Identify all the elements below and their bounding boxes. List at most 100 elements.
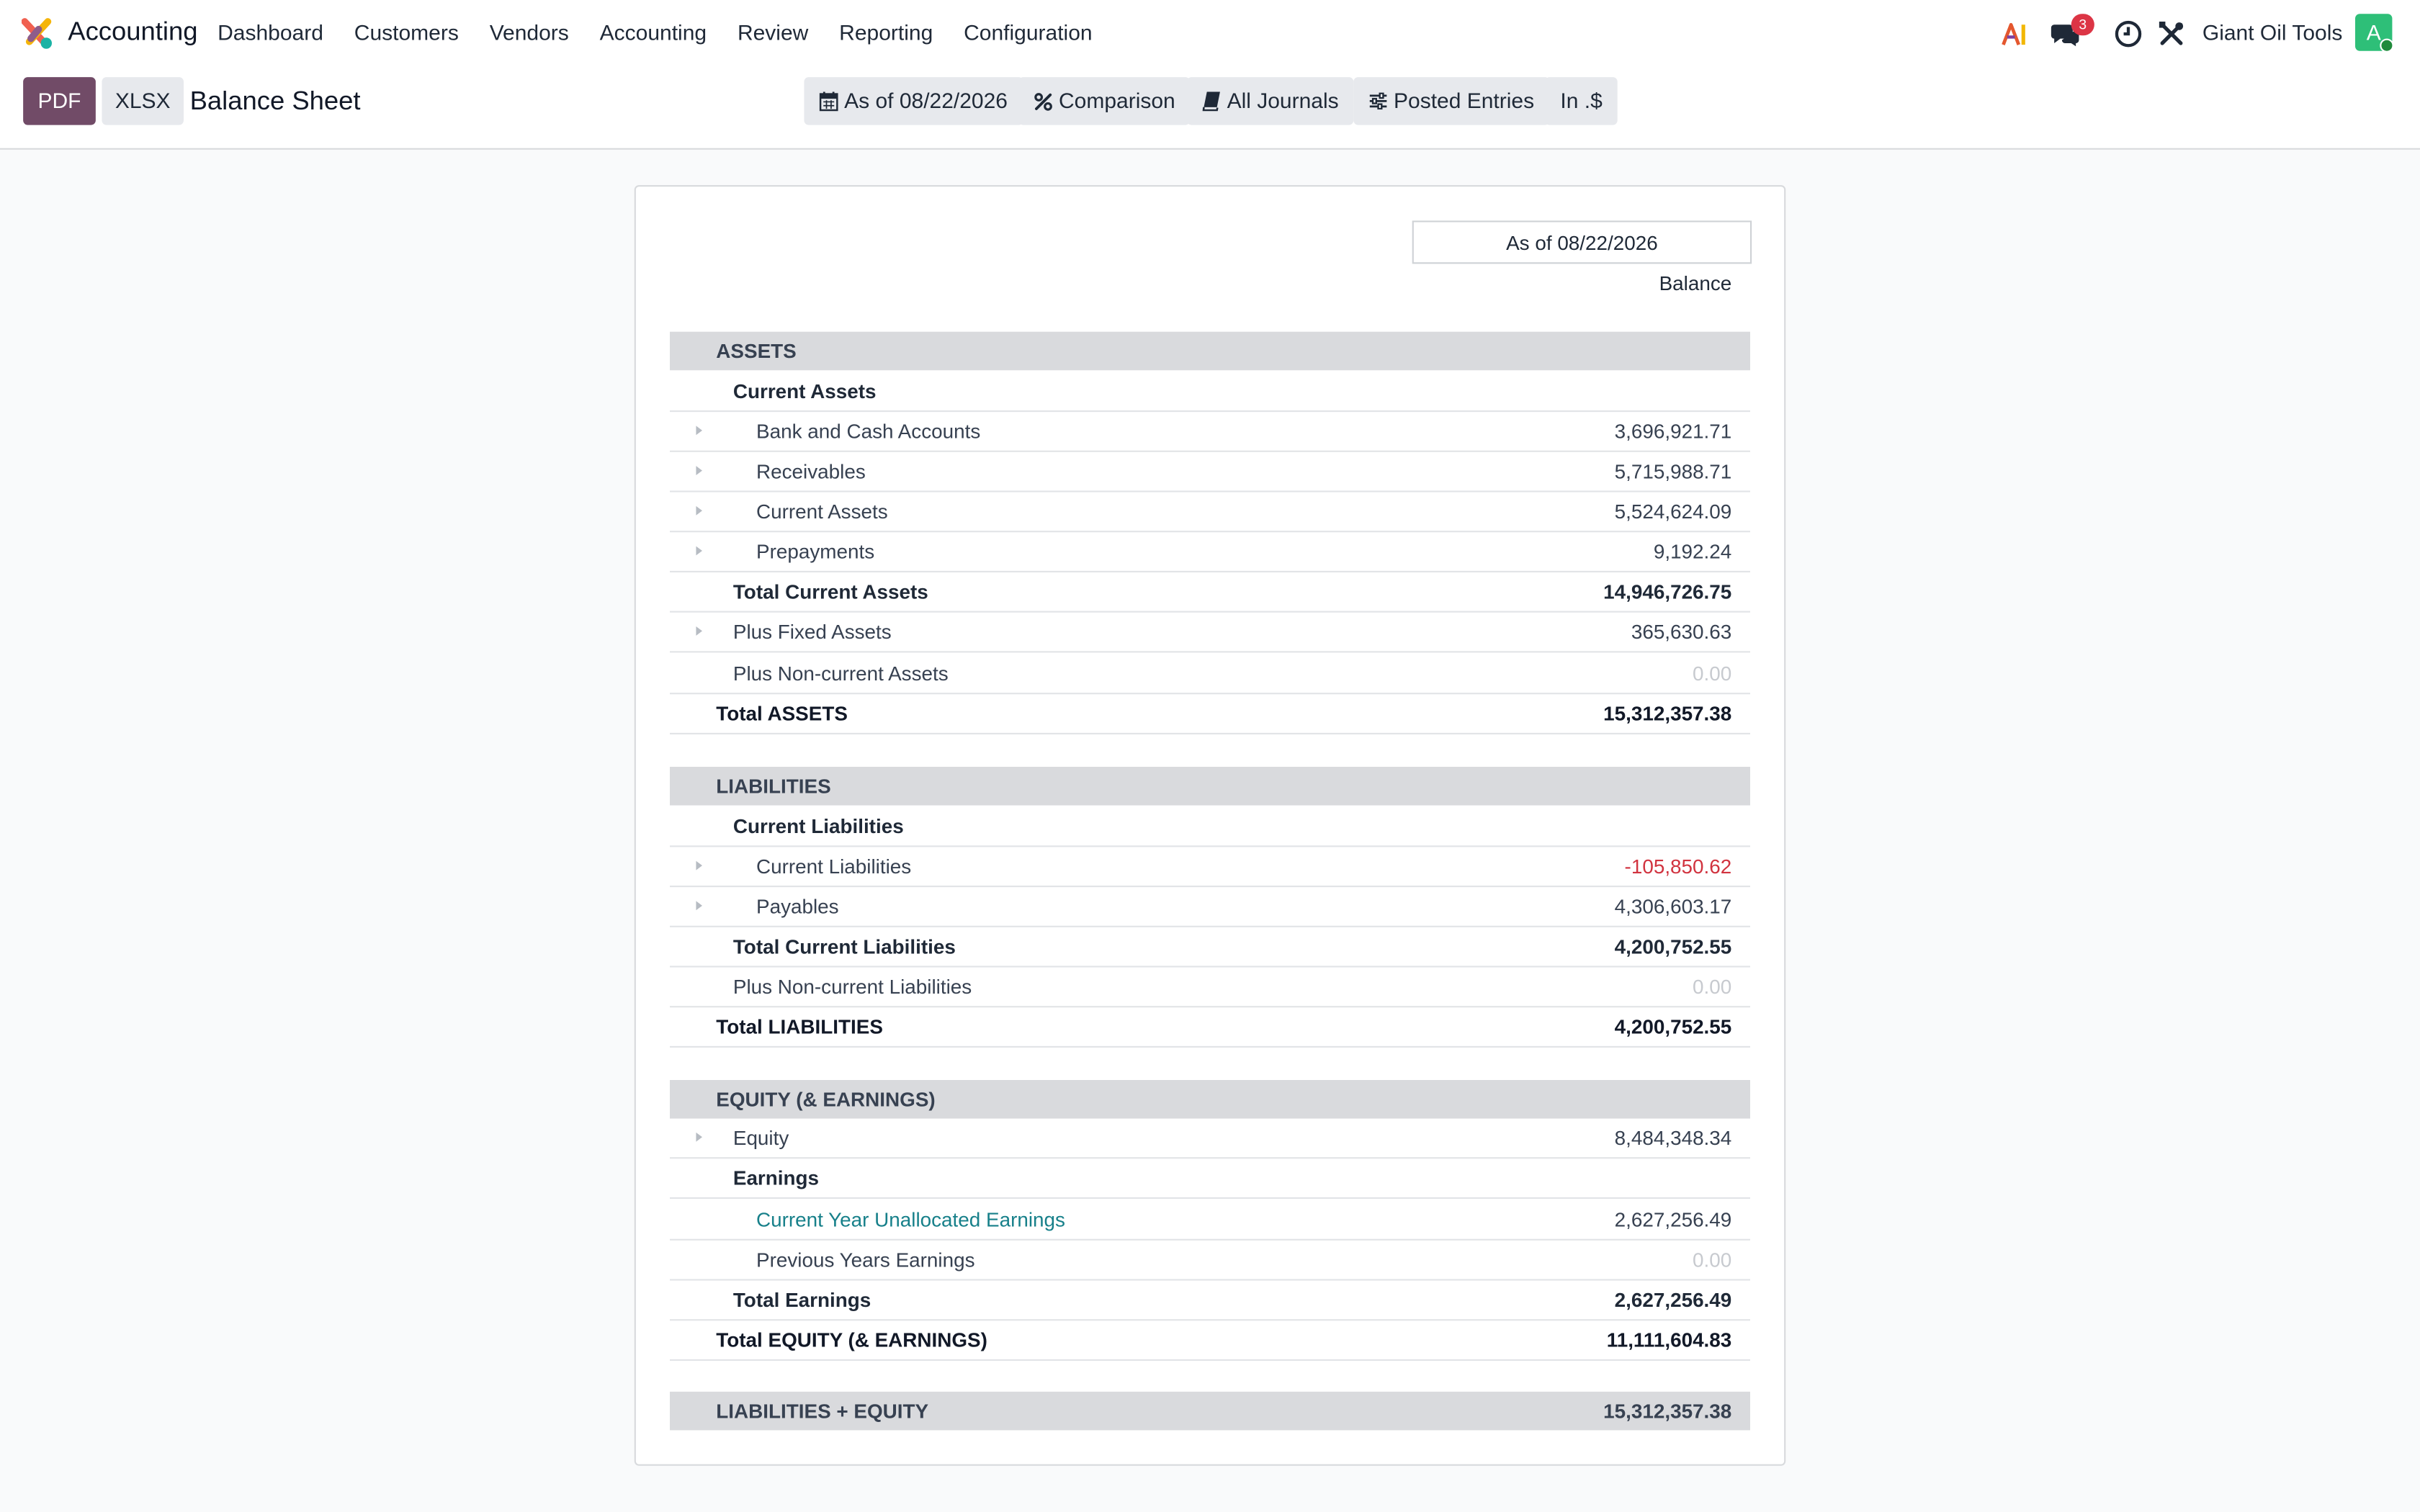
expand-caret-icon[interactable] — [696, 901, 702, 911]
account-link[interactable]: Current Year Unallocated Earnings — [756, 1200, 1065, 1239]
line-label: ASSETS — [716, 339, 797, 363]
line-amount[interactable]: 14,946,726.75 — [1603, 572, 1731, 611]
line-amount[interactable]: 4,200,752.55 — [1615, 927, 1732, 966]
control-panel: PDF XLSX Balance Sheet As of 08/22/2026 … — [0, 68, 2420, 150]
ai-icon[interactable] — [2000, 19, 2031, 50]
pdf-button[interactable]: PDF — [23, 77, 96, 125]
top-navbar: Accounting Dashboard Customers Vendors A… — [0, 0, 2420, 68]
line-amount[interactable]: 4,200,752.55 — [1615, 1007, 1732, 1046]
report-line-row: Plus Non-current Liabilities 0.00 — [670, 968, 1750, 1008]
line-amount[interactable]: 15,312,357.38 — [1603, 694, 1731, 733]
expand-caret-icon[interactable] — [696, 426, 702, 436]
line-label: LIABILITIES — [716, 774, 831, 798]
report-line-row[interactable]: Receivables 5,715,988.71 — [670, 452, 1750, 492]
report-section-row: LIABILITIES + EQUITY 15,312,357.38 — [670, 1391, 1750, 1431]
xlsx-button[interactable]: XLSX — [102, 77, 184, 125]
line-amount[interactable]: 15,312,357.38 — [1603, 1392, 1731, 1431]
report-total-row: Total Current Liabilities 4,200,752.55 — [670, 927, 1750, 968]
report-total-row: Total Earnings 2,627,256.49 — [670, 1281, 1750, 1321]
main-menu: Dashboard Customers Vendors Accounting R… — [202, 0, 1108, 68]
comparison-filter-button[interactable]: Comparison — [1018, 77, 1191, 125]
line-label: Bank and Cash Accounts — [756, 419, 981, 443]
date-filter-label: As of 08/22/2026 — [844, 88, 1008, 113]
line-amount[interactable]: 5,715,988.71 — [1615, 452, 1732, 491]
line-label: Total Earnings — [732, 1288, 871, 1312]
menu-reporting[interactable]: Reporting — [824, 0, 949, 68]
line-label: Current Liabilities — [732, 814, 904, 838]
line-amount[interactable]: -105,850.62 — [1625, 847, 1732, 886]
report-section-row: EQUITY (& EARNINGS) — [670, 1080, 1750, 1119]
line-amount[interactable]: 3,696,921.71 — [1615, 412, 1732, 451]
menu-customers[interactable]: Customers — [339, 0, 474, 68]
report-line-row[interactable]: Current Year Unallocated Earnings 2,627,2… — [670, 1200, 1750, 1241]
line-label: Current Liabilities — [756, 855, 912, 878]
menu-dashboard[interactable]: Dashboard — [202, 0, 339, 68]
sliders-icon — [1369, 92, 1387, 110]
app-name[interactable]: Accounting — [68, 17, 197, 48]
line-amount[interactable]: 8,484,348.34 — [1615, 1119, 1732, 1158]
line-label: Current Assets — [756, 500, 888, 523]
clock-icon[interactable] — [2113, 19, 2144, 50]
line-amount[interactable]: 4,306,603.17 — [1615, 887, 1732, 926]
report-total-row: Total LIABILITIES 4,200,752.55 — [670, 1007, 1750, 1048]
line-label: Total Current Assets — [732, 580, 928, 603]
expand-caret-icon[interactable] — [696, 1132, 702, 1142]
online-status-icon — [2380, 38, 2394, 53]
line-label: Payables — [756, 894, 839, 918]
line-label: Previous Years Earnings — [756, 1248, 975, 1272]
line-amount[interactable]: 2,627,256.49 — [1615, 1281, 1732, 1320]
report-line-row[interactable]: Current Assets 5,524,624.09 — [670, 492, 1750, 533]
menu-accounting[interactable]: Accounting — [584, 0, 722, 68]
entries-filter-button[interactable]: Posted Entries — [1353, 77, 1550, 125]
report-line-row[interactable]: Equity 8,484,348.34 — [670, 1119, 1750, 1159]
line-label: Total EQUITY (& EARNINGS) — [716, 1328, 987, 1352]
journals-filter-label: All Journals — [1227, 88, 1339, 113]
menu-vendors[interactable]: Vendors — [474, 0, 584, 68]
report-line-row: Plus Non-current Assets 0.00 — [670, 654, 1750, 695]
line-label: Plus Fixed Assets — [732, 620, 892, 644]
line-label: Receivables — [756, 459, 866, 483]
comparison-filter-label: Comparison — [1059, 88, 1175, 113]
currency-filter-label: In .$ — [1560, 88, 1603, 113]
line-amount[interactable]: 365,630.63 — [1631, 613, 1731, 652]
percent-icon — [1034, 92, 1052, 110]
line-amount[interactable]: 5,524,624.09 — [1615, 492, 1732, 531]
expand-caret-icon[interactable] — [696, 546, 702, 556]
line-label: Current Assets — [732, 379, 877, 403]
line-amount[interactable]: 9,192.24 — [1654, 532, 1731, 571]
menu-review[interactable]: Review — [722, 0, 824, 68]
report-line-row: Previous Years Earnings 0.00 — [670, 1241, 1750, 1281]
line-amount[interactable]: 0.00 — [1693, 654, 1731, 693]
company-switcher[interactable]: Giant Oil Tools — [2202, 20, 2343, 45]
line-amount[interactable]: 0.00 — [1693, 1241, 1731, 1279]
report-line-row[interactable]: Prepayments 9,192.24 — [670, 532, 1750, 572]
expand-caret-icon[interactable] — [696, 860, 702, 870]
tools-icon[interactable] — [2156, 19, 2187, 50]
line-label: Prepayments — [756, 540, 875, 564]
currency-filter-button[interactable]: In .$ — [1545, 77, 1618, 125]
messages-badge: 3 — [2071, 14, 2094, 36]
report-total-row: Current Liabilities — [670, 807, 1750, 847]
line-label: Plus Non-current Liabilities — [732, 975, 972, 999]
expand-caret-icon[interactable] — [696, 626, 702, 636]
menu-configuration[interactable]: Configuration — [949, 0, 1108, 68]
expand-caret-icon[interactable] — [696, 505, 702, 516]
report-line-row[interactable]: Payables 4,306,603.17 — [670, 887, 1750, 927]
report-total-row: Total Current Assets 14,946,726.75 — [670, 572, 1750, 613]
report-line-row[interactable]: Bank and Cash Accounts 3,696,921.71 — [670, 412, 1750, 452]
date-filter-button[interactable]: As of 08/22/2026 — [804, 77, 1023, 125]
accounting-app-icon[interactable] — [22, 17, 54, 50]
line-label: LIABILITIES + EQUITY — [716, 1399, 929, 1423]
line-amount[interactable]: 11,111,604.83 — [1607, 1320, 1732, 1359]
line-label: Total LIABILITIES — [716, 1015, 883, 1039]
balance-column-header: Balance — [1659, 271, 1732, 295]
line-amount[interactable]: 0.00 — [1693, 968, 1731, 1007]
line-amount[interactable]: 2,627,256.49 — [1615, 1200, 1732, 1239]
expand-caret-icon[interactable] — [696, 466, 702, 475]
report-line-row[interactable]: Plus Fixed Assets 365,630.63 — [670, 613, 1750, 653]
report-line-row[interactable]: Current Liabilities -105,850.62 — [670, 847, 1750, 888]
page-title: Balance Sheet — [189, 86, 361, 116]
report-card: As of 08/22/2026 Balance ASSETS Current A… — [634, 185, 1786, 1466]
report-section-row: ASSETS — [670, 331, 1750, 371]
journals-filter-button[interactable]: All Journals — [1186, 77, 1355, 125]
